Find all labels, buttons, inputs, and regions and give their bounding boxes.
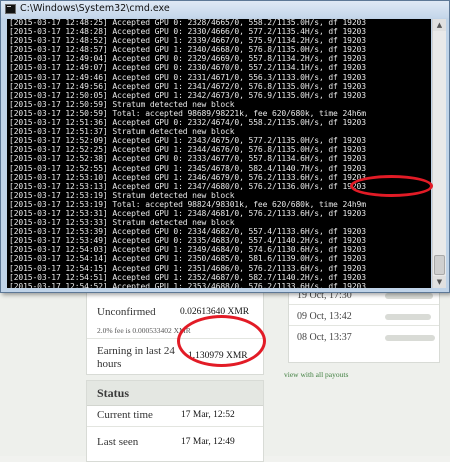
- earning-label: Earning in last 24 hours: [97, 345, 175, 370]
- status-card: Status Current time 17 Mar, 12:52 Last s…: [86, 380, 264, 462]
- console-text: [2015-03-17 12:48:25] Accepted GPU 0: 23…: [9, 19, 366, 288]
- cmd-icon: [5, 4, 16, 14]
- unconfirmed-label: Unconfirmed: [97, 306, 156, 318]
- fee-note: 2.0% fee is 0.000533402 XMR: [97, 326, 191, 335]
- highlight-oval-earning: [177, 315, 266, 367]
- view-all-payouts-link[interactable]: view with all payouts: [284, 370, 348, 379]
- current-time-label: Current time: [97, 409, 153, 421]
- payout-row: 08 Oct, 13:37: [297, 332, 352, 343]
- scroll-down-icon[interactable]: ▼: [433, 276, 446, 288]
- payouts-card: 19 Oct, 17:30 09 Oct, 13:42 08 Oct, 13:3…: [288, 283, 440, 363]
- scrollbar-thumb[interactable]: [434, 255, 445, 275]
- console-output[interactable]: [2015-03-17 12:48:25] Accepted GPU 0: 23…: [7, 19, 431, 288]
- last-seen-value: 17 Mar, 12:49: [181, 437, 235, 447]
- status-heading: Status: [87, 381, 263, 406]
- scroll-up-icon[interactable]: ▲: [433, 19, 446, 31]
- payout-row: 09 Oct, 13:42: [297, 311, 352, 322]
- redacted-amount: [385, 293, 433, 299]
- last-seen-label: Last seen: [97, 436, 139, 448]
- window-title: C:\Windows\System32\cmd.exe: [20, 3, 170, 14]
- vertical-scrollbar[interactable]: ▲ ▼: [432, 19, 446, 288]
- current-time-value: 17 Mar, 12:52: [181, 410, 235, 420]
- divider: [289, 304, 439, 305]
- highlight-oval-time: [350, 175, 433, 197]
- divider: [289, 325, 439, 326]
- redacted-amount: [385, 335, 435, 341]
- divider: [87, 426, 263, 427]
- window-titlebar[interactable]: C:\Windows\System32\cmd.exe: [1, 1, 449, 18]
- redacted-amount: [385, 314, 431, 320]
- cmd-window[interactable]: C:\Windows\System32\cmd.exe [2015-03-17 …: [0, 0, 450, 293]
